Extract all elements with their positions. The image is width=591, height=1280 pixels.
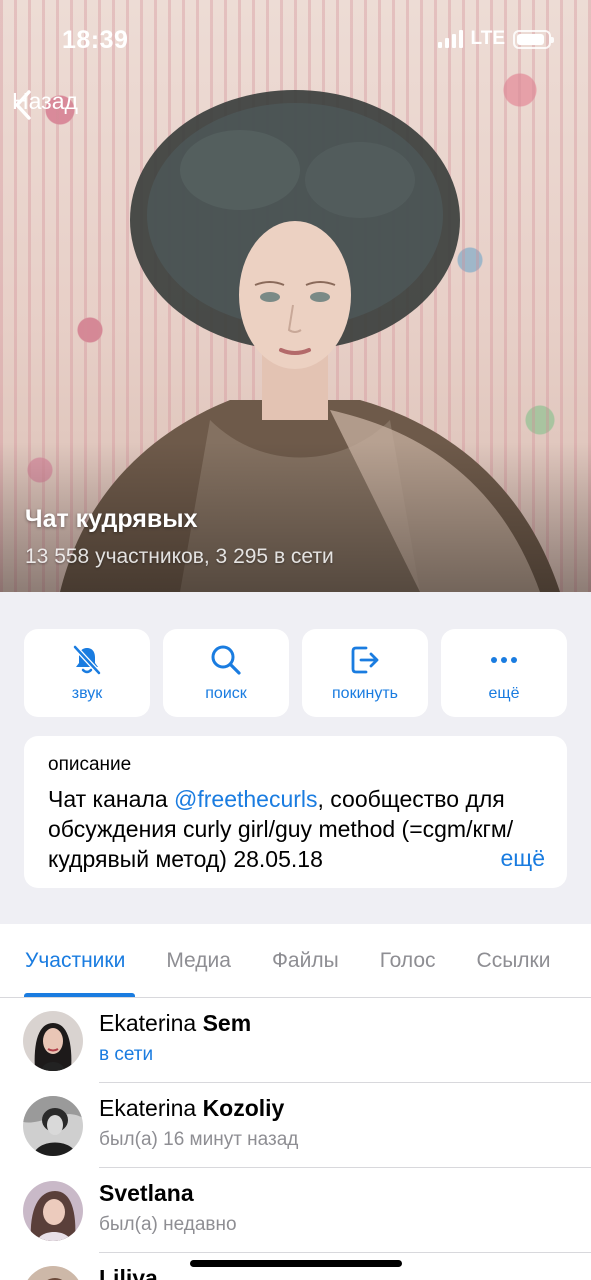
member-name: Ekaterina Kozoliy <box>99 1095 591 1122</box>
avatar <box>23 1180 83 1241</box>
member-last-name: Liliya <box>99 1265 158 1280</box>
leave-label: покинуть <box>332 685 398 702</box>
chevron-left-icon <box>15 90 31 120</box>
more-icon <box>491 657 517 663</box>
member-status: в сети <box>99 1044 154 1065</box>
signal-icon <box>437 30 463 48</box>
leave-button[interactable]: покинуть <box>302 629 428 717</box>
description-card: описание Чат канала @freethecurls, сообщ… <box>24 736 567 888</box>
search-button[interactable]: поиск <box>163 629 289 717</box>
member-first-name: Ekaterina <box>99 1095 197 1121</box>
member-last-name: Svetlana <box>99 1180 194 1206</box>
network-type: LTE <box>470 28 505 49</box>
leave-icon <box>351 646 379 674</box>
more-button[interactable]: ещё <box>441 629 567 717</box>
member-first-name: Ekaterina <box>99 1010 197 1036</box>
member-row[interactable]: Ekaterina Sem в сети <box>0 998 591 1083</box>
description-more-button[interactable]: ещё <box>460 845 545 872</box>
search-icon <box>211 645 241 675</box>
action-buttons: звук поиск покинуть ещё <box>24 629 567 717</box>
battery-icon <box>513 29 554 49</box>
back-button[interactable]: Назад <box>12 88 78 120</box>
mute-button[interactable]: звук <box>24 629 150 717</box>
tab-files[interactable]: Файлы <box>272 949 339 973</box>
tab-bar: Участники Медиа Файлы Голос Ссылки <box>0 924 591 998</box>
member-status: был(а) недавно <box>99 1214 237 1235</box>
group-member-count: 13 558 участников, 3 295 в сети <box>25 545 334 568</box>
description-label: описание <box>48 754 132 775</box>
members-panel: Участники Медиа Файлы Голос Ссылки Ekate… <box>0 924 591 1280</box>
search-label: поиск <box>205 685 247 702</box>
more-label: ещё <box>488 685 520 702</box>
bell-slash-icon <box>72 644 102 676</box>
mute-label: звук <box>71 685 103 702</box>
member-name: Liliya <box>99 1265 591 1280</box>
member-last-name: Sem <box>202 1010 252 1036</box>
avatar <box>23 1095 83 1156</box>
channel-link[interactable]: @freethecurls <box>174 786 318 812</box>
status-bar: 18:39 LTE <box>0 0 591 80</box>
member-last-name: Kozoliy <box>202 1095 285 1121</box>
status-time: 18:39 <box>62 26 129 54</box>
member-name: Svetlana <box>99 1180 591 1207</box>
avatar <box>23 1010 83 1071</box>
member-row[interactable]: Svetlana был(а) недавно <box>0 1168 591 1253</box>
avatar <box>23 1265 83 1280</box>
tab-voice[interactable]: Голос <box>380 949 436 973</box>
group-title: Чат кудрявых <box>25 505 198 533</box>
tab-members[interactable]: Участники <box>25 949 125 973</box>
tab-media[interactable]: Медиа <box>166 949 231 973</box>
member-row[interactable]: Ekaterina Kozoliy был(а) 16 минут назад <box>0 1083 591 1168</box>
tab-links[interactable]: Ссылки <box>477 949 551 973</box>
member-name: Ekaterina Sem <box>99 1010 591 1037</box>
group-header-photo[interactable]: 18:39 LTE Назад Чат кудрявых 13 558 учас… <box>0 0 591 592</box>
home-indicator[interactable] <box>190 1260 402 1267</box>
description-text-start: Чат канала <box>48 786 174 812</box>
member-status: был(а) 16 минут назад <box>99 1129 299 1150</box>
